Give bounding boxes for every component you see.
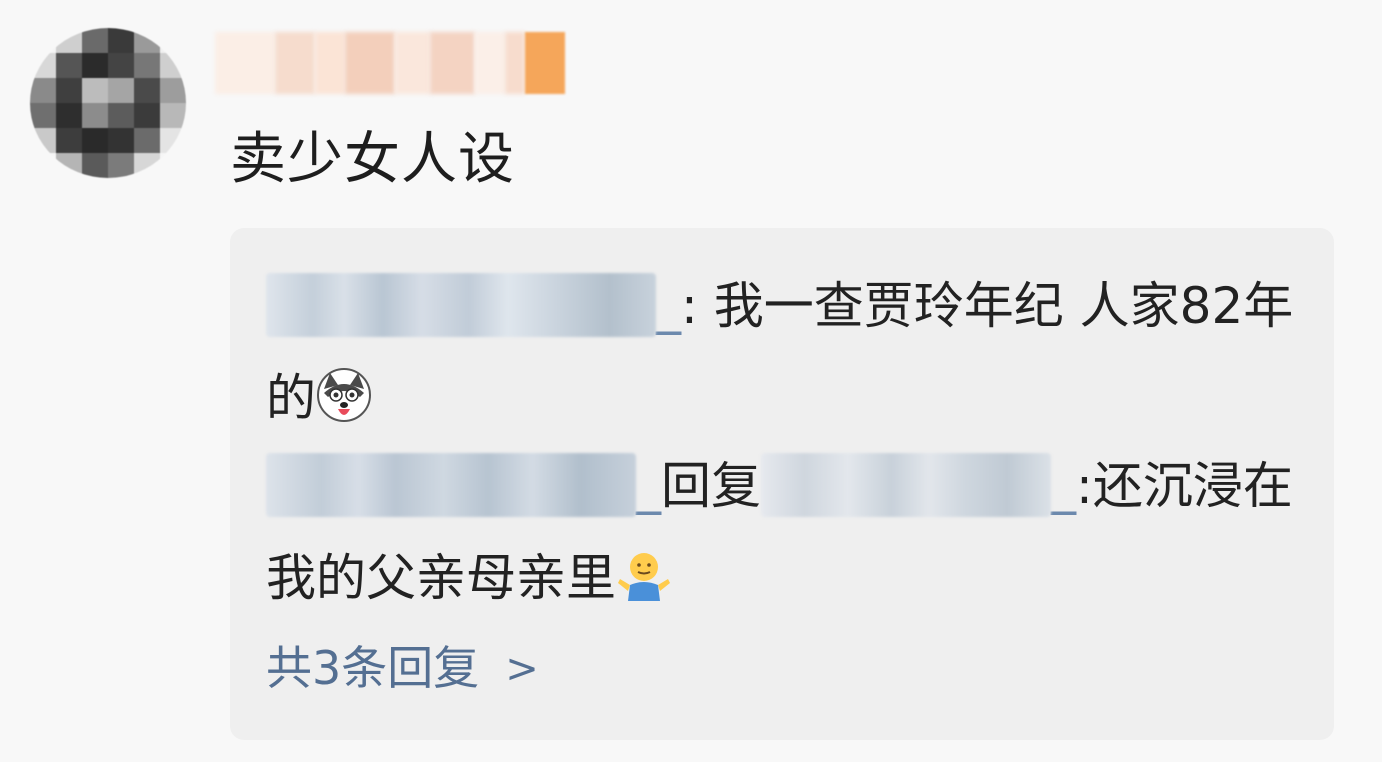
chevron-right-icon: > — [505, 646, 539, 692]
avatar[interactable] — [30, 28, 186, 178]
comment-text: 卖少女人设 — [230, 127, 515, 192]
replies-panel: _: 我一查贾玲年纪 人家82年的 _回复 _:还沉浸在我的父亲母亲里 共3条回复… — [230, 228, 1334, 740]
view-all-replies-label[interactable]: 共3条回复 — [266, 641, 479, 695]
reply-author-tail[interactable]: _ — [636, 457, 661, 515]
reply-separator: : — [1076, 457, 1093, 515]
reply-word: 回复 — [661, 457, 761, 515]
reply-target-blurred[interactable] — [761, 453, 1051, 517]
shrug-emoji — [616, 540, 672, 601]
reply-author-blurred[interactable] — [266, 453, 636, 517]
view-all-replies-link[interactable]: 共3条回复 > — [266, 626, 539, 711]
comment-screen: 卖少女人设 _: 我一查贾玲年纪 人家82年的 _回复 _:还沉浸在我的父亲母亲里… — [0, 0, 1382, 762]
reply-target-tail[interactable]: _ — [1051, 457, 1076, 515]
reply-item[interactable]: _回复 _:还沉浸在我的父亲母亲里 — [266, 440, 1306, 624]
reply-item[interactable]: _: 我一查贾玲年纪 人家82年的 — [266, 260, 1306, 444]
reply-author-blurred[interactable] — [266, 273, 656, 337]
username-blurred[interactable] — [215, 32, 565, 94]
husky-dog-emoji — [316, 360, 372, 422]
reply-separator: : — [681, 277, 698, 335]
reply-author-tail[interactable]: _ — [656, 277, 681, 335]
